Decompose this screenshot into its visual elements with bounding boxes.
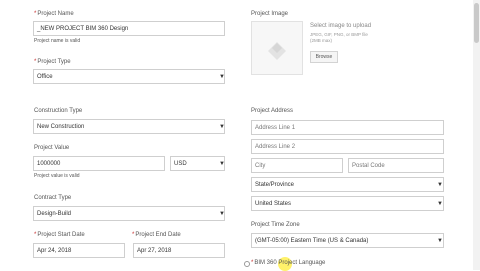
language-label: *BIM 360 Project Language: [251, 260, 326, 266]
time-zone-select[interactable]: (GMT-05:00) Eastern Time (US & Canada): [251, 233, 444, 248]
country-select[interactable]: United States: [251, 196, 444, 211]
contract-type-select[interactable]: Design-Build: [33, 206, 225, 221]
chevron-down-icon: ▼: [219, 161, 225, 167]
currency-select[interactable]: USD: [170, 156, 225, 171]
project-value-label: Project Value: [34, 145, 70, 151]
project-address-label: Project Address: [251, 108, 294, 114]
project-type-label: *Project Type: [34, 59, 71, 65]
chevron-down-icon: ▼: [437, 238, 443, 244]
image-upload-dropzone[interactable]: [251, 21, 303, 75]
project-type-value: Office: [37, 73, 53, 80]
chevron-down-icon: ▼: [219, 124, 225, 130]
construction-type-value: New Construction: [37, 123, 85, 130]
start-date-label: *Project Start Date: [34, 232, 85, 238]
construction-type-label: Construction Type: [34, 108, 83, 114]
address-line2-placeholder: Address Line 2: [255, 143, 296, 150]
project-value-hint: Project value is valid: [34, 173, 80, 179]
start-date-value: Apr 24, 2018: [37, 247, 72, 254]
project-image-label: Project Image: [251, 11, 289, 17]
address-line1-placeholder: Address Line 1: [255, 124, 296, 131]
contract-type-value: Design-Build: [37, 210, 72, 217]
project-name-label: *Project Name: [34, 11, 74, 17]
language-radio[interactable]: [244, 261, 250, 267]
contract-type-label: Contract Type: [34, 195, 72, 201]
city-placeholder: City: [255, 162, 266, 169]
state-value: State/Province: [255, 181, 295, 188]
country-value: United States: [255, 200, 292, 207]
address-line1-input[interactable]: Address Line 1: [251, 120, 444, 135]
chevron-down-icon: ▼: [219, 211, 225, 217]
postal-code-input[interactable]: Postal Code: [348, 158, 444, 173]
chevron-down-icon: ▼: [219, 74, 225, 80]
select-image-text: Select image to upload: [310, 23, 372, 29]
project-name-value: _NEW PROJECT BIM 360 Design: [37, 25, 129, 32]
project-value-input[interactable]: 1000000: [33, 156, 165, 171]
project-name-input[interactable]: _NEW PROJECT BIM 360 Design: [33, 21, 225, 36]
currency-value: USD: [174, 160, 187, 167]
time-zone-value: (GMT-05:00) Eastern Time (US & Canada): [255, 237, 369, 244]
vertical-scrollbar[interactable]: [473, 0, 480, 270]
image-placeholder-icon: [268, 42, 286, 60]
address-line2-input[interactable]: Address Line 2: [251, 139, 444, 154]
end-date-input[interactable]: Apr 27, 2018: [133, 243, 225, 258]
construction-type-select[interactable]: New Construction: [33, 119, 225, 134]
project-name-hint: Project name is valid: [34, 38, 81, 44]
state-select[interactable]: State/Province: [251, 177, 444, 192]
time-zone-label: Project Time Zone: [251, 222, 300, 228]
start-date-input[interactable]: Apr 24, 2018: [33, 243, 125, 258]
scrollbar-thumb[interactable]: [474, 3, 479, 43]
project-type-select[interactable]: Office: [33, 69, 225, 84]
chevron-down-icon: ▼: [437, 182, 443, 188]
project-value-value: 1000000: [37, 160, 61, 167]
image-size-hint: (2MB max): [310, 38, 333, 43]
city-input[interactable]: City: [251, 158, 343, 173]
browse-button[interactable]: Browse: [310, 51, 338, 63]
chevron-down-icon: ▼: [437, 201, 443, 207]
end-date-label: *Project End Date: [132, 232, 181, 238]
postal-code-placeholder: Postal Code: [352, 162, 385, 169]
end-date-value: Apr 27, 2018: [137, 247, 172, 254]
